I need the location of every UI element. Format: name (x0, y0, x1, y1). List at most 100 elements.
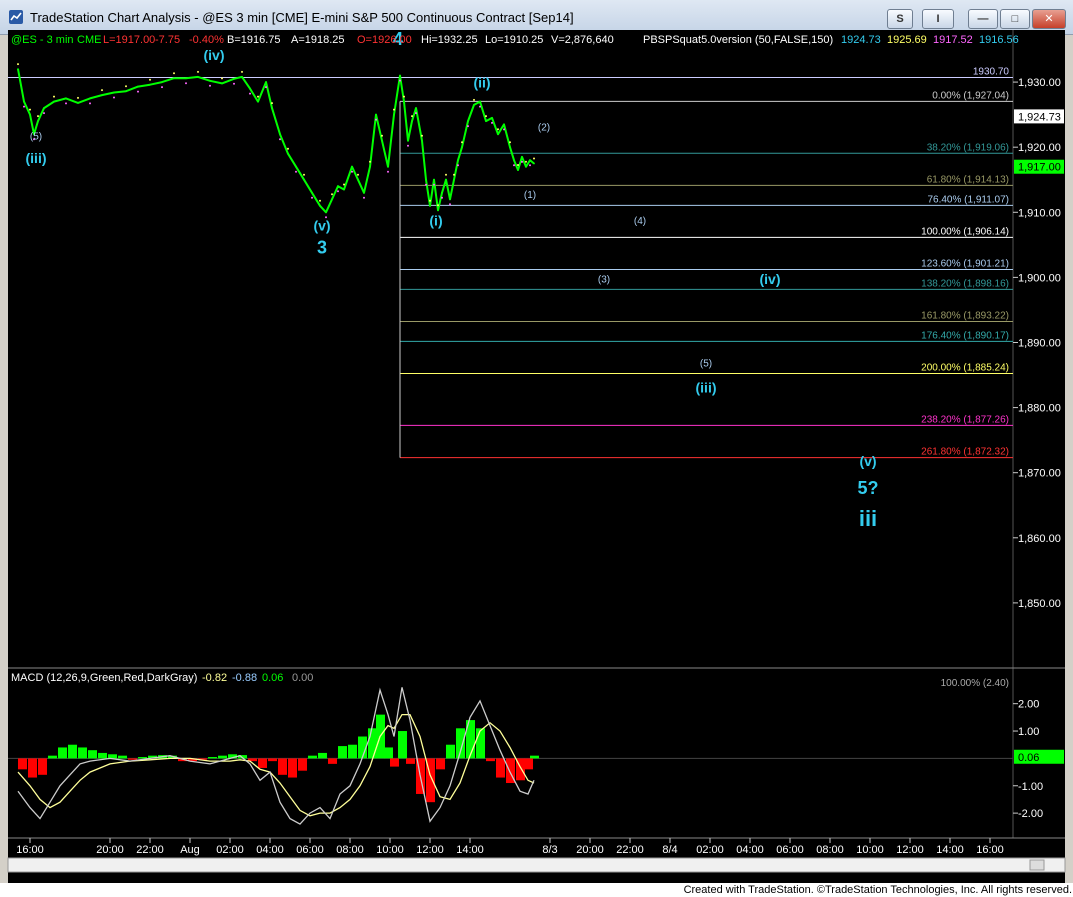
price-point (137, 85, 139, 88)
study-marker-upper (197, 70, 199, 73)
study-marker-upper (53, 95, 55, 98)
price-point (407, 139, 409, 142)
price-axis-label: 1,860.00 (1018, 533, 1061, 545)
chart-header-field: L=1917.00 (103, 34, 155, 46)
macd-histogram-bar (496, 758, 505, 778)
price-point (491, 117, 493, 119)
macd-value: 0.00 (292, 672, 313, 684)
fib-level-label: 38.20% (1,919.06) (927, 142, 1009, 153)
price-point (441, 191, 443, 194)
macd-value: 0.06 (262, 672, 283, 684)
study-marker-lower (265, 86, 267, 89)
price-point (363, 191, 365, 194)
macd-value: -0.88 (232, 672, 257, 684)
price-point (415, 107, 417, 109)
time-axis-label: 16:00 (16, 844, 44, 856)
study-marker-upper (411, 115, 413, 118)
elliott-wave-label: 5? (857, 478, 878, 498)
chart-header-field: Hi=1932.25 (421, 34, 478, 46)
price-point (411, 120, 413, 122)
time-axis-label: 12:00 (896, 844, 924, 856)
price-point (357, 178, 359, 181)
time-axis-label: 08:00 (336, 844, 364, 856)
study-marker-upper (173, 72, 175, 75)
fib-level-label: 200.00% (1,885.24) (921, 362, 1009, 373)
study-marker-lower (441, 196, 443, 199)
study-marker-lower (467, 125, 469, 128)
study-value: 1924.73 (841, 34, 881, 46)
study-marker-upper (125, 85, 127, 88)
price-point (375, 113, 377, 116)
price-point (113, 91, 115, 94)
price-point (369, 165, 371, 168)
study-marker-upper (473, 98, 475, 101)
macd-histogram-bar (258, 758, 267, 768)
elliott-wave-label: (v) (859, 453, 876, 469)
macd-flag-label: 0.06 (1018, 752, 1039, 764)
price-point (437, 209, 439, 212)
time-axis-label: 16:00 (976, 844, 1004, 856)
study-value: 1917.52 (933, 34, 973, 46)
horizontal-scrollbar[interactable] (7, 857, 1066, 873)
chart-header-field: O=1926.00 (357, 34, 412, 46)
price-point (473, 104, 475, 106)
fib-level-label: 0.00% (1,927.04) (932, 90, 1009, 101)
study-marker-upper (393, 108, 395, 111)
study-marker-lower (529, 164, 531, 167)
study-marker-upper (257, 95, 259, 98)
price-flag-label: 1,924.73 (1018, 111, 1061, 123)
price-point (271, 107, 273, 109)
fib-level-label: 261.80% (1,872.32) (921, 447, 1009, 458)
price-axis-label: 1,920.00 (1018, 142, 1061, 154)
price-point (287, 152, 289, 155)
macd-histogram-bar (38, 758, 47, 775)
chart-area[interactable]: 1930.70 0.00% (1,927.04) 38.20% (1,919.06)… (0, 0, 1073, 883)
study-marker-upper (343, 183, 345, 186)
elliott-wave-label: iii (859, 506, 877, 531)
study-marker-lower (449, 203, 451, 206)
study-marker-upper (29, 108, 31, 111)
price-point (479, 100, 481, 103)
elliott-wave-label: (4) (634, 216, 646, 227)
study-marker-lower (295, 170, 297, 173)
time-axis-label: 02:00 (216, 844, 244, 856)
macd-histogram-bar (524, 758, 533, 770)
price-point (529, 159, 531, 162)
fib-level-label: 61.80% (1,914.13) (927, 174, 1009, 185)
price-point (303, 178, 305, 181)
time-axis-label: 08:00 (816, 844, 844, 856)
study-marker-upper (381, 134, 383, 137)
study-marker-lower (43, 112, 45, 115)
study-marker-upper (525, 160, 527, 163)
fib-level-label: 238.20% (1,877.26) (921, 414, 1009, 425)
macd-histogram-bar (138, 757, 147, 759)
study-marker-lower (387, 170, 389, 173)
price-point (197, 76, 199, 78)
price-point (425, 178, 427, 181)
time-axis-label: 14:00 (456, 844, 484, 856)
macd-histogram-bar (318, 752, 327, 759)
study-marker-upper (445, 173, 447, 176)
price-point (433, 178, 435, 181)
price-point (533, 162, 535, 165)
elliott-wave-label: (3) (598, 275, 610, 286)
study-marker-lower (503, 128, 505, 131)
time-axis-label: 12:00 (416, 844, 444, 856)
study-marker-lower (161, 86, 163, 89)
macd-histogram-bar (486, 758, 495, 762)
price-point (65, 97, 67, 100)
price-point (125, 90, 127, 93)
study-marker-lower (279, 138, 281, 141)
price-flag-label: 1,917.00 (1018, 162, 1061, 174)
price-point (509, 146, 511, 149)
macd-histogram-bar (78, 747, 87, 759)
price-axis-label: 1,850.00 (1018, 598, 1061, 610)
chart-header-field: CME (77, 34, 101, 46)
macd-histogram-bar (530, 755, 539, 759)
price-point (53, 100, 55, 103)
price-point (403, 100, 405, 103)
fib-level-label: 138.20% (1,898.16) (921, 278, 1009, 289)
scrollbar-thumb[interactable] (1029, 859, 1045, 871)
elliott-wave-label: (ii) (473, 74, 490, 90)
study-marker-upper (517, 164, 519, 166)
